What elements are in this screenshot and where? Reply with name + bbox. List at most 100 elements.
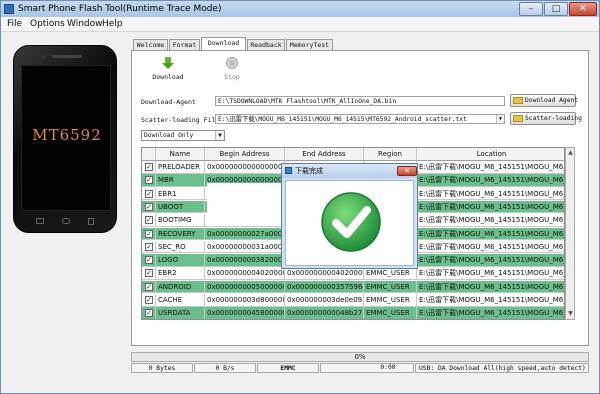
row-checkbox[interactable]: ✓	[145, 229, 153, 238]
row-checkbox[interactable]: ✓	[145, 282, 153, 291]
cell-region: EMMC_USER	[364, 267, 417, 280]
menu-file[interactable]: File	[7, 19, 22, 29]
tab-welcome[interactable]: Welcome	[133, 39, 168, 50]
cell-location: E:\迅雷下载\MOGU_M6_145151\MOGU_M6_...	[419, 176, 565, 185]
status-time: 0:00	[380, 364, 396, 371]
scatter-file-value: E:\迅雷下载\MOGU_M6_145151\MOGU_M6_14515\MT6…	[218, 116, 467, 123]
phone-menu-icon	[88, 218, 94, 225]
close-button[interactable]: ✕	[569, 2, 597, 16]
status-storage: EMMC	[257, 363, 319, 373]
minimize-button[interactable]: –	[519, 2, 543, 16]
cell-location: E:\迅雷下载\MOGU_M6_145151\MOGU_M6_...	[419, 256, 565, 265]
chevron-down-icon[interactable]: ▼	[496, 115, 504, 123]
cell-end-address: 0x000000000048b27543	[287, 307, 364, 319]
cell-name: PRELOADER	[156, 161, 205, 173]
download-mode-select[interactable]: Download Only ▼	[141, 130, 225, 141]
cell-name: USRDATA	[156, 307, 205, 319]
download-button-label: Download	[152, 73, 184, 81]
table-row[interactable]: ✓ CACHE 0x000000003d800000 0x000000003de0e0…	[142, 294, 564, 307]
phone-speaker	[52, 55, 82, 58]
tab-download[interactable]: Download	[201, 37, 246, 50]
cell-begin-address: 0x0000000004020000	[207, 267, 285, 280]
maximize-button[interactable]: □	[544, 2, 568, 16]
dialog-close-button[interactable]: ✕	[397, 166, 417, 176]
phone-image: MT6592	[13, 45, 117, 233]
cell-begin-address: 0x000000003d800000	[207, 294, 285, 306]
header-check	[142, 148, 156, 160]
cell-name: MBR	[156, 174, 205, 187]
menu-window[interactable]: Window	[67, 19, 103, 29]
cell-name: EBR2	[156, 267, 205, 280]
download-agent-field[interactable]: E:\TSDOWNLOAD\MTK Flashtool\MTK_AllInOne…	[215, 96, 505, 106]
download-agent-button[interactable]: Download Agent	[510, 94, 579, 107]
cell-check: ✓	[142, 214, 156, 227]
cell-check: ✓	[142, 280, 156, 293]
cell-name: BOOTIMG	[156, 214, 205, 227]
dialog-title: 下载完成	[295, 167, 323, 175]
download-mode-value: Download Only	[144, 132, 194, 139]
cell-check: ✓	[142, 294, 156, 306]
download-button[interactable]: Download	[146, 56, 190, 81]
cell-location: E:\迅雷下载\MOGU_M6_145151\MOGU_M6_...	[419, 282, 565, 291]
tab-readback[interactable]: Readback	[247, 39, 285, 50]
scatter-loading-button[interactable]: Scatter-loading	[510, 112, 582, 125]
stop-button[interactable]: Stop	[210, 56, 254, 81]
stop-button-label: Stop	[224, 73, 240, 81]
cell-check: ✓	[142, 267, 156, 280]
cell-region: EMMC_USER	[364, 280, 417, 293]
row-checkbox[interactable]: ✓	[145, 216, 153, 225]
status-bytes: 0 Bytes	[131, 363, 193, 373]
cell-name: RECOVERY	[156, 227, 205, 240]
header-name[interactable]: Name	[156, 148, 205, 160]
menu-options[interactable]: Options	[30, 19, 65, 29]
chevron-down-icon: ▼	[215, 131, 224, 140]
status-message: USB: DA Download All(high speed,auto det…	[415, 363, 589, 373]
row-checkbox[interactable]: ✓	[145, 269, 153, 278]
scatter-loading-button-label: Scatter-loading	[525, 115, 582, 122]
dialog-app-icon	[285, 167, 292, 174]
menu-help[interactable]: Help	[102, 19, 123, 29]
row-checkbox[interactable]: ✓	[145, 296, 153, 304]
cell-location: E:\迅雷下载\MOGU_M6_145151\MOGU_M6_...	[419, 216, 565, 225]
cell-begin-address: 0x0000000005000000	[207, 280, 285, 293]
cell-check: ✓	[142, 240, 156, 253]
cell-end-address: 0x0000000004020000	[287, 267, 364, 280]
table-row[interactable]: ✓ USRDATA 0x0000000045800000 0x000000000048…	[142, 307, 565, 319]
scatter-file-field[interactable]: E:\迅雷下载\MOGU_M6_145151\MOGU_M6_14515\MT6…	[215, 114, 505, 124]
download-agent-button-label: Download Agent	[525, 97, 579, 104]
phone-home-icon	[62, 218, 70, 224]
table-row[interactable]: ✓ EBR2 0x0000000004020000 0x000000000402000…	[142, 267, 564, 280]
cell-location: E:\迅雷下载\MOGU_M6_145151\MOGU_M6_...	[419, 309, 565, 318]
cell-name: CACHE	[156, 294, 205, 306]
row-checkbox[interactable]: ✓	[145, 189, 153, 198]
row-checkbox[interactable]: ✓	[145, 202, 153, 211]
cell-name: ANDROID	[156, 280, 205, 293]
header-region[interactable]: Region	[364, 148, 417, 160]
row-checkbox[interactable]: ✓	[145, 242, 153, 251]
row-checkbox[interactable]: ✓	[145, 309, 153, 318]
status-bar: 0% 0 Bytes 0 B/s EMMC 0:00 USB: DA Downl…	[131, 352, 589, 374]
cell-name: SEC_RO	[156, 240, 205, 253]
row-checkbox[interactable]: ✓	[145, 176, 153, 185]
tab-format[interactable]: Format	[169, 39, 200, 50]
cell-name: UBOOT	[156, 200, 205, 213]
table-scrollbar[interactable]: ▲ ▼	[565, 147, 575, 320]
cell-check: ✓	[142, 227, 156, 240]
scroll-up-icon[interactable]: ▲	[567, 149, 574, 157]
row-checkbox[interactable]: ✓	[145, 256, 153, 265]
cell-location: E:\迅雷下载\MOGU_M6_145151\MOGU_M6_...	[419, 242, 565, 251]
header-location[interactable]: Location	[417, 148, 564, 160]
header-begin-address[interactable]: Begin Address	[205, 148, 285, 160]
checkmark-icon	[321, 192, 381, 252]
stop-icon	[226, 57, 238, 69]
scroll-down-icon[interactable]: ▼	[567, 310, 574, 318]
status-speed: 0 B/s	[194, 363, 256, 373]
header-end-address[interactable]: End Address	[285, 148, 364, 160]
table-row[interactable]: ✓ ANDROID 0x0000000005000000 0x000000000357…	[142, 280, 565, 294]
cell-begin-address: 0x0000000045800000	[207, 307, 285, 319]
cell-check: ✓	[142, 254, 156, 267]
cell-location: E:\迅雷下载\MOGU_M6_145151\MOGU_M6_...	[419, 189, 565, 198]
row-checkbox[interactable]: ✓	[145, 163, 153, 171]
cell-region: EMMC_USER	[364, 307, 417, 319]
tab-memorytest[interactable]: MemoryTest	[286, 39, 333, 50]
